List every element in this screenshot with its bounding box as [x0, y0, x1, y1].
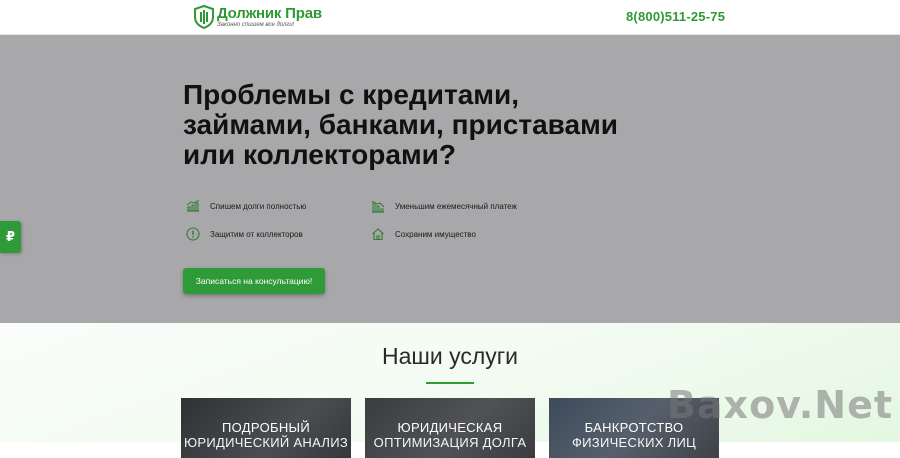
chart-up-icon	[186, 199, 200, 212]
ruble-side-tab[interactable]: ₽	[0, 221, 21, 253]
hero-title: Проблемы с кредитами, займами, банками, …	[183, 79, 619, 170]
logo-name: Должник Прав	[217, 5, 322, 22]
chart-down-icon	[371, 200, 385, 213]
service-card[interactable]: ПОДРОБНЫЙ ЮРИДИЧЕСКИЙ АНАЛИЗ	[181, 398, 351, 458]
site-header: Должник Прав Законно спишем все долги! 8…	[0, 0, 900, 35]
shield-logo-icon	[194, 5, 214, 29]
house-icon	[372, 228, 384, 241]
watermark-text: Baxov.Net	[666, 382, 894, 427]
consultation-button[interactable]: Записаться на консультацию!	[183, 268, 325, 294]
service-card-title: ЮРИДИЧЕСКАЯ	[397, 420, 503, 435]
section-underline	[426, 382, 474, 384]
watermark: Baxov.Net	[660, 367, 900, 442]
feature-item: Сохраним имущество	[371, 227, 476, 241]
logo-tagline: Законно спишем все долги!	[217, 22, 295, 28]
phone-link[interactable]: 8(800)511-25-75	[626, 9, 725, 24]
section-title: Наши услуги	[382, 343, 518, 369]
logo[interactable]: Должник Прав Законно спишем все долги!	[194, 5, 322, 29]
feature-label: Защитим от коллекторов	[210, 229, 303, 239]
feature-item: Спишем долги полностью	[186, 199, 306, 213]
service-card-subtitle: ОПТИМИЗАЦИЯ ДОЛГА	[373, 435, 527, 450]
feature-label: Спишем долги полностью	[210, 201, 307, 211]
logo-text: Должник Прав Законно спишем все долги!	[217, 5, 322, 28]
hero-section: Проблемы с кредитами, займами, банками, …	[0, 35, 900, 323]
feature-item: Уменьшим ежемесячный платеж	[371, 199, 517, 213]
service-card[interactable]: ЮРИДИЧЕСКАЯ ОПТИМИЗАЦИЯ ДОЛГА	[365, 398, 535, 458]
shield-exclamation-icon	[186, 227, 200, 241]
feature-label: Уменьшим ежемесячный платеж	[395, 201, 517, 211]
feature-label: Сохраним имущество	[395, 229, 476, 239]
service-card-subtitle: ЮРИДИЧЕСКИЙ АНАЛИЗ	[183, 435, 349, 450]
service-card-title: ПОДРОБНЫЙ	[222, 420, 310, 435]
ruble-icon: ₽	[5, 229, 16, 244]
feature-item: Защитим от коллекторов	[186, 227, 303, 241]
